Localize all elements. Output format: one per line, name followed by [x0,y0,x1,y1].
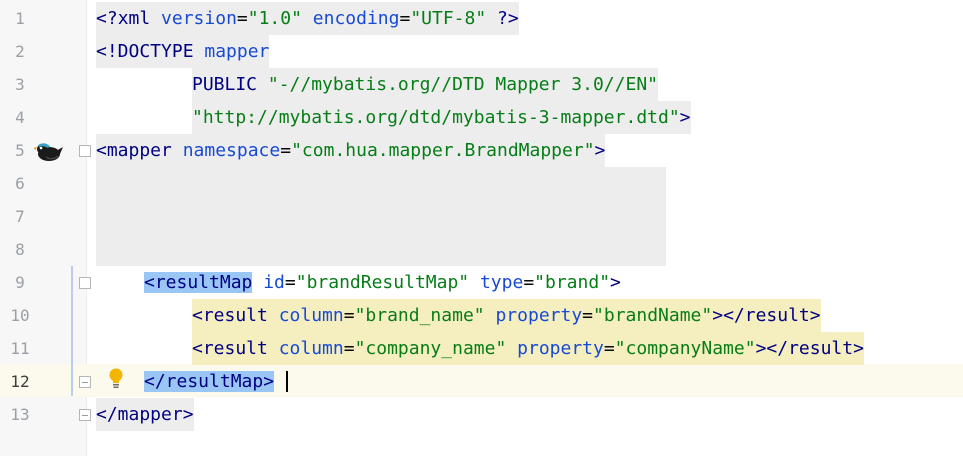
code-token: ></result> [712,305,821,326]
code-token: "company_name" [354,338,507,359]
code-token: "UTF-8" [410,8,487,29]
line-number: 9 [15,273,25,292]
code-token: "http://mybatis.org/dtd/mybatis-3-mapper… [192,107,680,128]
code-token: "brand" [534,272,611,293]
fold-toggle-resultmap-end[interactable] [79,376,91,388]
code-token: property [495,305,583,326]
line-number-current: 12 [10,372,30,391]
code-token: namespace [182,140,281,161]
code-token: "brand_name" [354,305,485,326]
code-token: > [610,272,621,293]
code-token: column [278,305,344,326]
line-number: 6 [15,174,25,193]
line-number: 3 [15,75,25,94]
code-token: = [343,338,355,359]
empty-lines-highlight [96,167,666,266]
code-token: version [161,8,237,29]
code-token: ?> [486,8,519,29]
code-token: <resultMap [144,272,253,293]
code-line-9[interactable]: <resultMap id="brandResultMap" type="bra… [144,266,621,299]
code-line-1[interactable]: <?xml version="1.0" encoding="UTF-8" ?> [96,2,519,35]
line-number: 7 [15,207,25,226]
fold-toggle-mapper-end[interactable] [79,409,91,421]
code-token: </resultMap> [144,371,275,392]
line-number: 4 [15,108,25,127]
line-number: 13 [10,405,30,424]
code-token: = [603,338,615,359]
code-line-12[interactable]: </resultMap> [144,365,275,398]
code-token: type [479,272,524,293]
line-number: 11 [10,339,30,358]
code-line-2[interactable]: <!DOCTYPE mapper [96,35,270,68]
fold-toggle-mapper[interactable] [79,145,91,157]
code-token: "companyName" [614,338,756,359]
code-token: = [236,8,248,29]
code-token: ></result> [755,338,864,359]
fold-toggle-resultmap[interactable] [79,277,91,289]
code-token: <!DOCTYPE [96,41,205,62]
code-line-3[interactable]: PUBLIC "-//mybatis.org//DTD Mapper 3.0//… [192,68,658,101]
code-token: property [517,338,604,359]
code-token: = [582,305,594,326]
code-editor[interactable]: 1 2 3 4 5 6 7 8 9 10 11 12 13 <?xml vers… [0,0,963,456]
code-token: <mapper [96,140,183,161]
code-token: > [594,140,606,161]
code-token: "-//mybatis.org//DTD Mapper 3.0//EN" [267,74,658,95]
vcs-change-marker[interactable] [71,266,73,396]
code-token: = [343,305,355,326]
code-token: <? [96,8,118,29]
code-token: "com.hua.mapper.BrandMapper" [291,140,595,161]
mybatis-bird-icon[interactable] [34,141,64,163]
line-number: 2 [15,42,25,61]
lightbulb-icon[interactable] [108,367,124,389]
code-line-4[interactable]: "http://mybatis.org/dtd/mybatis-3-mapper… [192,101,691,134]
line-number: 1 [15,9,25,28]
code-line-11[interactable]: <result column="company_name" property="… [192,332,864,365]
code-token: "brandResultMap" [295,272,470,293]
code-token: column [278,338,344,359]
code-token: = [284,272,296,293]
code-token: xml [117,8,162,29]
text-caret [286,371,288,392]
code-token: </mapper> [96,404,194,425]
line-number: 10 [10,306,30,325]
code-token: "brandName" [593,305,713,326]
code-token: "1.0" [247,8,302,29]
line-number: 8 [15,240,25,259]
code-token: encoding [312,8,400,29]
code-line-13[interactable]: </mapper> [96,398,194,431]
code-token: <result [192,305,279,326]
code-token: = [523,272,535,293]
code-line-10[interactable]: <result column="brand_name" property="br… [192,299,821,332]
code-token: <result [192,338,279,359]
code-token: mapper [204,41,270,62]
code-token: id [252,272,285,293]
code-token: PUBLIC [192,74,268,95]
code-token: = [280,140,292,161]
code-token: > [679,107,691,128]
code-token: = [399,8,411,29]
code-line-5[interactable]: <mapper namespace="com.hua.mapper.BrandM… [96,134,606,167]
